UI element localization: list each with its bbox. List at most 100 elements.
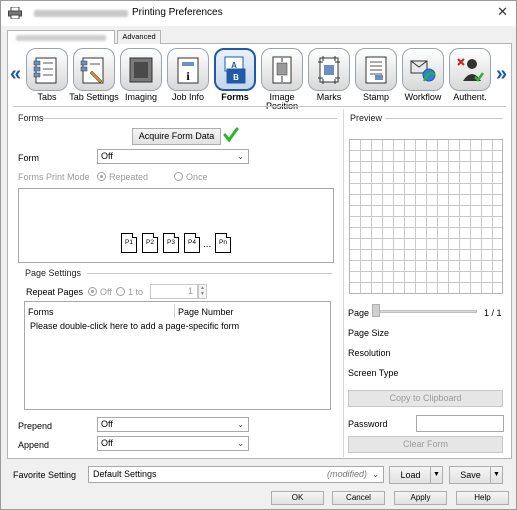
modified-indicator: (modified) [326, 469, 367, 479]
repeat-range-radio[interactable]: 1 to [116, 287, 143, 297]
page-p4-icon: P4 [184, 233, 200, 253]
append-select-value: Off [101, 438, 113, 448]
prepend-select-value: Off [101, 419, 113, 429]
radio-selected-icon [97, 172, 106, 181]
pages-ellipsis: ... [203, 239, 212, 250]
preview-group-title: Preview [350, 113, 383, 123]
tab-strip: Advanced [7, 30, 512, 45]
range-spinner[interactable]: ▲ ▼ [198, 284, 207, 299]
page-settings-group-line [87, 273, 332, 274]
apply-button[interactable]: Apply [394, 491, 447, 505]
printer-name-redacted [34, 10, 128, 17]
prepend-label: Prepend [18, 421, 53, 431]
append-select[interactable]: Off ⌄ [97, 436, 249, 451]
chevron-down-icon: ⌄ [237, 420, 244, 429]
favorite-setting-select[interactable]: Default Settings (modified) ⌄ [88, 466, 384, 483]
repeat-range-label: 1 to [128, 287, 144, 297]
clear-form-button[interactable]: Clear Form [348, 436, 503, 453]
nav-next-icon[interactable]: » [496, 63, 507, 86]
radio-unselected-icon [174, 172, 183, 181]
tab-settings-icon [80, 57, 104, 83]
marks-icon [318, 55, 340, 84]
form-select[interactable]: Off ⌄ [97, 149, 249, 164]
category-authent-button[interactable] [449, 48, 491, 91]
repeat-off-radio[interactable]: Off [88, 287, 112, 297]
category-stamp-button[interactable] [355, 48, 397, 91]
column-divider [174, 304, 175, 318]
page-slider-track[interactable] [373, 310, 477, 313]
category-image-position-button[interactable] [261, 48, 303, 91]
title-bar: Printing Preferences ✕ [1, 1, 516, 26]
preview-divider [343, 109, 344, 457]
chevron-down-icon: ⌄ [237, 152, 244, 161]
category-tab-settings-button[interactable] [73, 48, 115, 91]
cancel-button[interactable]: Cancel [332, 491, 385, 505]
load-split-button[interactable]: Load ▼ [389, 466, 443, 484]
stamp-icon [365, 56, 387, 83]
save-dropdown-icon[interactable]: ▼ [490, 467, 502, 483]
col-page-number-header[interactable]: Page Number [178, 307, 234, 317]
category-forms-button[interactable]: A B [214, 48, 256, 91]
tabs-icon [33, 57, 57, 83]
copy-to-clipboard-button[interactable]: Copy to Clipboard [348, 390, 503, 407]
password-input[interactable] [416, 415, 504, 432]
save-split-button[interactable]: Save ▼ [449, 466, 503, 484]
preview-grid [349, 139, 503, 294]
page-p1-icon: P1 [121, 233, 137, 253]
close-icon[interactable]: ✕ [497, 4, 508, 20]
form-label: Form [18, 153, 39, 163]
form-select-value: Off [101, 151, 113, 161]
category-workflow-button[interactable] [402, 48, 444, 91]
help-button[interactable]: Help [456, 491, 509, 505]
ok-button[interactable]: OK [271, 491, 324, 505]
nav-prev-icon[interactable]: « [10, 63, 21, 86]
forms-print-mode-label: Forms Print Mode [18, 172, 90, 182]
page-label: Page [348, 308, 370, 318]
category-job-info-button[interactable]: i [167, 48, 209, 91]
forms-icon: A B [224, 56, 246, 83]
add-form-hint: Please double-click here to add a page-s… [30, 321, 240, 331]
prepend-select[interactable]: Off ⌄ [97, 417, 249, 432]
tab-advanced[interactable]: Advanced [117, 30, 161, 44]
authent-icon [457, 57, 484, 82]
append-label: Append [18, 440, 50, 450]
load-button[interactable]: Load [390, 467, 431, 483]
save-button[interactable]: Save [450, 467, 491, 483]
workflow-icon [410, 60, 436, 81]
svg-text:B: B [233, 73, 239, 82]
category-tabs-button[interactable] [26, 48, 68, 91]
window-title: Printing Preferences [132, 7, 223, 18]
screen-type-label: Screen Type [348, 368, 399, 378]
forms-group-title: Forms [18, 113, 44, 123]
radio-selected-icon [88, 287, 97, 296]
page-slider-thumb[interactable] [372, 304, 380, 317]
page-p2-icon: P2 [142, 233, 158, 253]
chevron-down-icon: ⌄ [237, 439, 244, 448]
repeat-pages-label: Repeat Pages [26, 287, 84, 297]
page-pn-icon: Pn [215, 233, 231, 253]
check-icon [223, 127, 239, 143]
repeat-range-input[interactable]: 1 [150, 284, 198, 299]
load-dropdown-icon[interactable]: ▼ [430, 467, 442, 483]
image-position-icon [272, 56, 292, 83]
resolution-label: Resolution [348, 348, 391, 358]
preview-group-line [385, 118, 503, 119]
page-indicator: 1 / 1 [484, 308, 502, 318]
category-imaging-button[interactable] [120, 48, 162, 91]
password-label: Password [348, 419, 388, 429]
category-marks-button[interactable] [308, 48, 350, 91]
repeat-off-label: Off [100, 287, 112, 297]
acquire-form-data-button[interactable]: Acquire Form Data [132, 128, 221, 145]
mode-repeated-radio[interactable]: Repeated [97, 172, 148, 182]
category-separator [13, 106, 506, 107]
favorite-setting-label: Favorite Setting [13, 470, 77, 480]
mode-repeated-label: Repeated [109, 172, 149, 182]
page-forms-table[interactable] [24, 301, 331, 410]
col-forms-header[interactable]: Forms [28, 307, 54, 317]
mode-once-radio[interactable]: Once [174, 172, 208, 182]
radio-unselected-icon [116, 287, 125, 296]
chevron-down-icon: ⌄ [372, 470, 379, 479]
category-authent-label: Authent. [453, 92, 487, 102]
job-info-icon: i [177, 57, 199, 83]
tab-redacted[interactable] [7, 30, 115, 45]
